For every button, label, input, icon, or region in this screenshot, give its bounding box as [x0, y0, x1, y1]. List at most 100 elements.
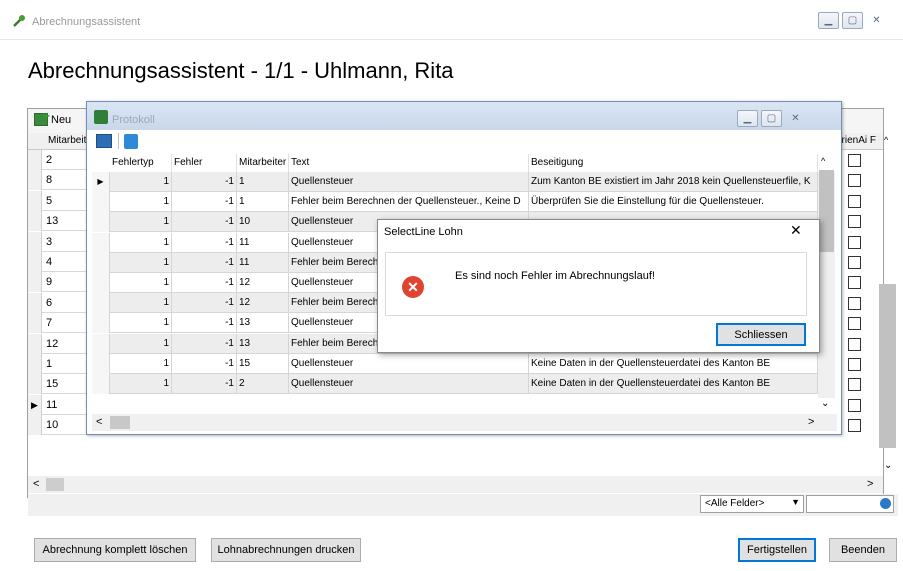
protokoll-row[interactable]: ▶ 1 -1 1 Quellensteuer Zum Kanton BE existier…: [92, 172, 818, 192]
employee-row[interactable]: 8: [28, 170, 88, 191]
protokoll-close-button[interactable]: ✕: [785, 110, 806, 127]
cell-fehlertyp: 1: [110, 273, 172, 293]
close-window-button[interactable]: ✕: [866, 12, 887, 29]
employee-row[interactable]: 9: [28, 272, 88, 293]
cell-text: Fehler beim Berechnen der Quellensteuer.…: [289, 192, 529, 213]
main-titlebar: Abrechnungsassistent ▁ ▢ ✕: [0, 0, 903, 40]
hscroll-thumb[interactable]: [46, 478, 64, 491]
employee-row[interactable]: 2: [28, 150, 88, 170]
scroll-left-icon[interactable]: <: [33, 478, 39, 490]
protokoll-row[interactable]: 1 -1 1 Fehler beim Berechnen der Quellenste…: [92, 192, 818, 213]
row-checkbox[interactable]: [848, 419, 861, 433]
cell-fehlertyp: 1: [110, 353, 172, 374]
employee-row[interactable]: 1: [28, 354, 88, 374]
row-checkbox[interactable]: [848, 276, 861, 290]
column-header-right[interactable]: erienAi F: [836, 135, 876, 146]
row-indicator: [28, 292, 42, 313]
protokoll-row[interactable]: 1 -1 15 Quellensteuer Keine Daten in der Que…: [92, 353, 818, 374]
cell-fehler: -1: [172, 212, 237, 233]
row-checkbox[interactable]: [848, 154, 861, 167]
cell-mitarbeiter: 13: [237, 333, 289, 354]
column-header-beseitigung[interactable]: Beseitigung: [529, 154, 818, 172]
maximize-icon: ▢: [766, 113, 777, 124]
row-checkbox[interactable]: [848, 378, 861, 392]
maximize-button[interactable]: ▢: [842, 12, 863, 29]
employee-row[interactable]: 4: [28, 252, 88, 272]
row-indicator: [28, 170, 42, 191]
employee-row[interactable]: 15: [28, 374, 88, 395]
column-header-fehler[interactable]: Fehler: [172, 154, 237, 172]
cell-fehler: -1: [172, 232, 237, 253]
horizontal-scrollbar[interactable]: [28, 476, 883, 493]
protokoll-maximize-button[interactable]: ▢: [761, 110, 782, 127]
print-payslips-button[interactable]: Lohnabrechnungen drucken: [211, 538, 361, 562]
search-globe-icon: [880, 498, 891, 509]
row-indicator: [92, 374, 110, 394]
row-indicator: [28, 211, 42, 232]
delete-billing-button[interactable]: Abrechnung komplett löschen: [34, 538, 196, 562]
minimize-icon: ▁: [743, 113, 752, 124]
grid-view-icon[interactable]: [96, 134, 112, 148]
minimize-button[interactable]: ▁: [818, 12, 839, 29]
scroll-left-icon[interactable]: <: [96, 416, 102, 428]
row-indicator: [28, 333, 42, 354]
column-header-mitarbeiter[interactable]: Mitarbeit: [48, 135, 86, 146]
row-checkbox[interactable]: [848, 398, 861, 412]
finish-button[interactable]: Fertigstellen: [738, 538, 816, 562]
quit-button[interactable]: Beenden: [829, 538, 897, 562]
filter-select-value: <Alle Felder>: [705, 498, 765, 509]
protokoll-window-controls: ▁ ▢ ✕: [737, 110, 806, 127]
employee-row[interactable]: 10: [28, 415, 88, 436]
employee-row[interactable]: ▶ 11: [28, 394, 88, 415]
row-checkbox[interactable]: [848, 235, 861, 249]
row-checkbox[interactable]: [848, 358, 861, 371]
cell-fehlertyp: 1: [110, 212, 172, 233]
employee-row[interactable]: 13: [28, 211, 88, 232]
row-checkbox[interactable]: [848, 317, 861, 331]
scroll-right-icon[interactable]: >: [867, 478, 873, 490]
filter-input[interactable]: [806, 495, 894, 513]
column-header-fehlertyp[interactable]: Fehlertyp: [110, 154, 172, 172]
protokoll-horizontal-scrollbar[interactable]: [92, 414, 837, 431]
employee-row[interactable]: 5: [28, 190, 88, 211]
export-icon[interactable]: [124, 134, 138, 149]
employee-row[interactable]: 6: [28, 292, 88, 313]
protokoll-hscroll-thumb[interactable]: [110, 416, 130, 429]
protokoll-vscroll-thumb[interactable]: [819, 170, 834, 252]
row-checkbox[interactable]: [848, 194, 861, 208]
row-checkbox[interactable]: [848, 256, 861, 269]
vertical-scrollbar[interactable]: [879, 284, 896, 448]
scroll-up-icon[interactable]: ^: [884, 135, 888, 145]
cell-fehler: -1: [172, 273, 237, 293]
scroll-right-icon[interactable]: >: [808, 416, 814, 428]
row-indicator: [92, 293, 110, 314]
row-checkbox[interactable]: [848, 337, 861, 351]
cell-fehler: -1: [172, 374, 237, 394]
row-indicator: [28, 374, 42, 395]
cell-fehlertyp: 1: [110, 333, 172, 354]
protokoll-row[interactable]: 1 -1 2 Quellensteuer Keine Daten in der Quel…: [92, 374, 818, 394]
dialog-close-button[interactable]: Schliessen: [716, 323, 806, 346]
cell-fehler: -1: [172, 192, 237, 213]
column-header-mitarbeiter[interactable]: Mitarbeiter: [237, 154, 289, 172]
scroll-up-icon[interactable]: ^: [821, 156, 825, 166]
employee-row[interactable]: 7: [28, 313, 88, 334]
employee-row[interactable]: 12: [28, 333, 88, 354]
row-checkbox[interactable]: [848, 174, 861, 188]
row-checkbox[interactable]: [848, 215, 861, 229]
protokoll-minimize-button[interactable]: ▁: [737, 110, 758, 127]
dialog-close-icon[interactable]: ✕: [790, 222, 802, 239]
cell-mitarbeiter: 15: [237, 353, 289, 374]
cell-fehlertyp: 1: [110, 313, 172, 334]
page-title: Abrechnungsassistent - 1/1 - Uhlmann, Ri…: [28, 58, 454, 83]
employee-row[interactable]: 3: [28, 231, 88, 252]
filter-field-select[interactable]: <Alle Felder> ▼: [700, 495, 804, 513]
scroll-down-icon[interactable]: ⌄: [884, 460, 892, 471]
row-checkbox[interactable]: [848, 296, 861, 310]
column-header-text[interactable]: Text: [289, 154, 529, 172]
new-button[interactable]: Neu: [34, 109, 71, 126]
cell-fehler: -1: [172, 333, 237, 354]
cell-fehler: -1: [172, 252, 237, 273]
scroll-down-icon[interactable]: ⌄: [821, 398, 829, 409]
dialog-message-area: [385, 252, 807, 316]
